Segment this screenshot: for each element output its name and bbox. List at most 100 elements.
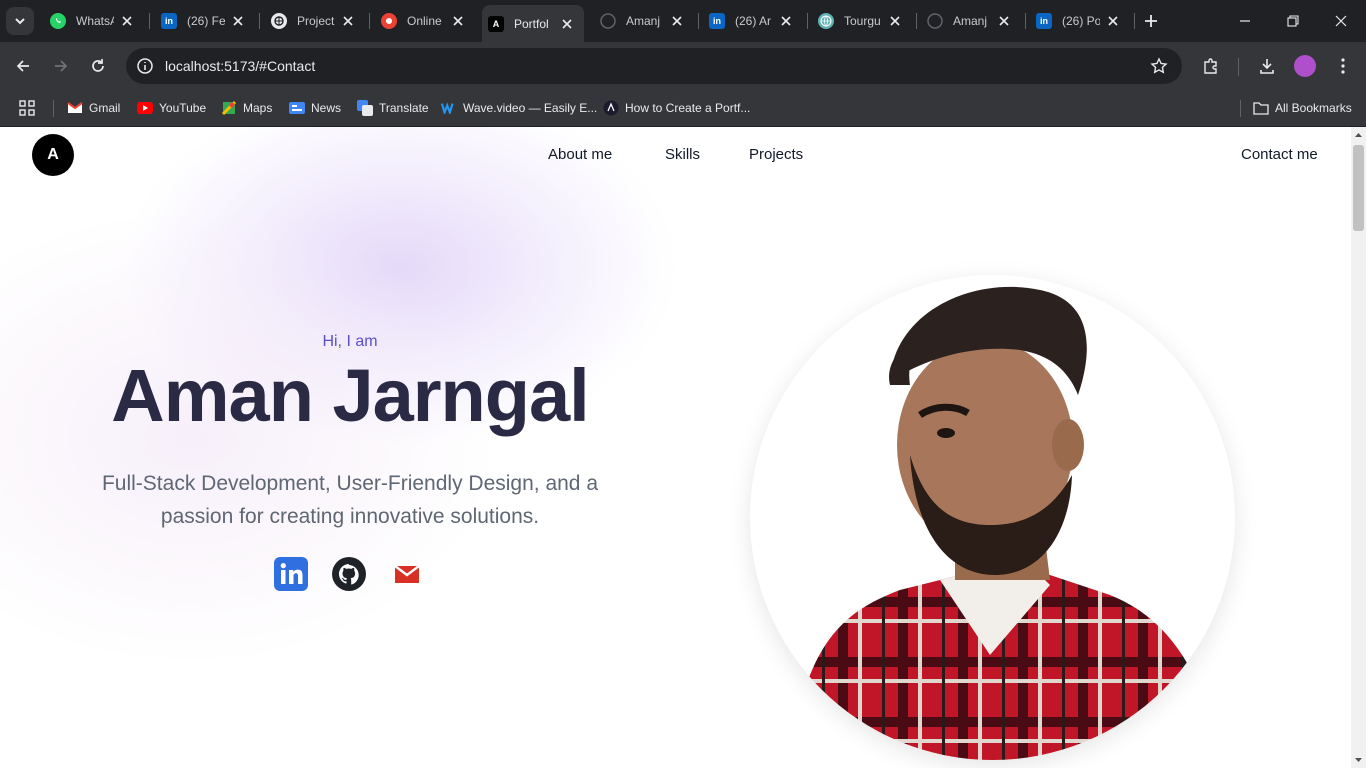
close-icon[interactable] [779,14,793,28]
site-info-icon[interactable] [136,57,154,75]
github-icon [332,557,366,591]
bookmark-label: How to Create a Portf... [625,101,751,115]
back-button[interactable] [9,52,37,80]
nav-projects[interactable]: Projects [749,146,803,163]
restore-button[interactable] [1280,8,1306,34]
bookmark-maps[interactable]: Maps [221,98,272,118]
new-tab-plus-icon[interactable] [1140,10,1162,32]
bookmark-news[interactable]: News [289,98,341,118]
logo-text: A [47,146,59,163]
bookmark-youtube[interactable]: YouTube [137,98,206,118]
linkedin-link[interactable] [274,557,308,591]
close-icon[interactable] [231,14,245,28]
bookmark-wave-video[interactable]: Wave.video — Easily E... [441,98,597,118]
tab-title: Amanj [953,14,988,28]
tab-title: (26) Ar [735,14,772,28]
close-icon[interactable] [1106,14,1120,28]
news-icon [289,100,305,116]
tab-title: (26) Po [1062,14,1100,28]
minimize-icon [1240,20,1250,22]
tab-title: Portfol [514,16,549,31]
hero-greeting: Hi, I am [322,333,378,350]
github-icon [927,13,943,29]
address-bar[interactable]: localhost:5173/#Contact [126,48,1182,84]
restore-icon [1287,15,1299,27]
tab-project-chatgpt[interactable]: Project [265,6,365,36]
close-icon[interactable] [888,14,902,28]
nav-skills[interactable]: Skills [665,146,700,163]
tab-separator [698,13,699,29]
folder-icon [1253,100,1269,116]
forward-button[interactable] [47,52,75,80]
all-bookmarks-label: All Bookmarks [1275,101,1352,115]
chatgpt-icon [271,13,287,29]
tab-linkedin-post[interactable]: in (26) Po [1030,6,1130,36]
url-text[interactable]: localhost:5173/#Contact [165,58,315,74]
tab-online-recorder[interactable]: Online [375,6,475,36]
profile-avatar[interactable] [1294,55,1316,77]
whatsapp-icon [50,13,66,29]
menu-button[interactable] [1329,52,1357,80]
close-icon[interactable] [997,14,1011,28]
tab-separator [916,13,917,29]
record-icon [381,13,397,29]
tab-search-button[interactable] [6,7,34,35]
bookmark-star-icon[interactable] [1150,57,1168,75]
scroll-up-arrow-icon[interactable] [1354,131,1363,140]
bookmark-label: YouTube [159,101,207,115]
hero-name: Aman Jarngal [111,354,589,437]
downloads-button[interactable] [1253,52,1281,80]
maps-icon [221,100,237,116]
bookmark-label: Translate [379,101,429,115]
bookmark-separator [1240,100,1241,117]
tab-tourguide[interactable]: Tourgu [812,6,912,36]
tab-portfolio[interactable]: A Portfol [482,5,584,42]
minimize-button[interactable] [1232,8,1258,34]
tab-linkedin-aman[interactable]: in (26) Ar [703,6,803,36]
tab-separator [807,13,808,29]
close-icon[interactable] [670,14,684,28]
bookmark-gmail[interactable]: Gmail [67,98,120,118]
bookmarks-bar: Gmail YouTube Maps News Translate Wave.v… [0,90,1366,127]
close-icon[interactable] [120,14,134,28]
linkedin-icon: in [161,13,177,29]
reload-button[interactable] [84,52,112,80]
wave-icon [441,100,457,116]
scroll-down-arrow-icon[interactable] [1354,755,1363,764]
close-icon[interactable] [341,14,355,28]
tab-github-amanj-2[interactable]: Amanj [921,6,1021,36]
download-icon [1260,59,1274,74]
puzzle-icon [1204,58,1217,74]
bookmark-translate[interactable]: Translate [357,98,429,118]
tab-title: (26) Fe [187,14,225,28]
nav-contact-me[interactable]: Contact me [1241,146,1318,163]
tab-separator [1025,13,1026,29]
article-icon [603,100,619,116]
page-scrollbar[interactable] [1351,127,1366,768]
browser-toolbar: localhost:5173/#Contact [0,42,1366,90]
github-link[interactable] [332,557,366,591]
site-logo[interactable]: A [32,134,74,176]
scrollbar-thumb[interactable] [1353,145,1364,231]
gmail-icon [67,100,83,116]
close-icon[interactable] [451,14,465,28]
tab-separator [369,13,370,29]
tab-whatsapp[interactable]: WhatsA [44,6,144,36]
tab-strip: WhatsA in (26) Fe Project Online A Portf… [0,0,1366,42]
apps-button[interactable] [19,98,35,118]
apps-grid-icon [19,100,35,116]
gmail-link[interactable] [390,557,424,591]
close-icon[interactable] [560,17,574,31]
tab-linkedin-feed[interactable]: in (26) Fe [155,6,255,36]
close-window-button[interactable] [1328,8,1354,34]
all-bookmarks-button[interactable]: All Bookmarks [1253,98,1352,118]
extensions-button[interactable] [1197,52,1225,80]
linkedin-icon [274,557,308,591]
nav-about-me[interactable]: About me [548,146,612,163]
tab-title: Amanj [626,14,661,28]
bookmark-article[interactable]: How to Create a Portf... [603,98,750,118]
tab-title: Project [297,14,335,28]
tab-github-amanj[interactable]: Amanj [594,6,694,36]
bookmark-label: Maps [243,101,273,115]
chevron-down-icon [15,18,25,25]
